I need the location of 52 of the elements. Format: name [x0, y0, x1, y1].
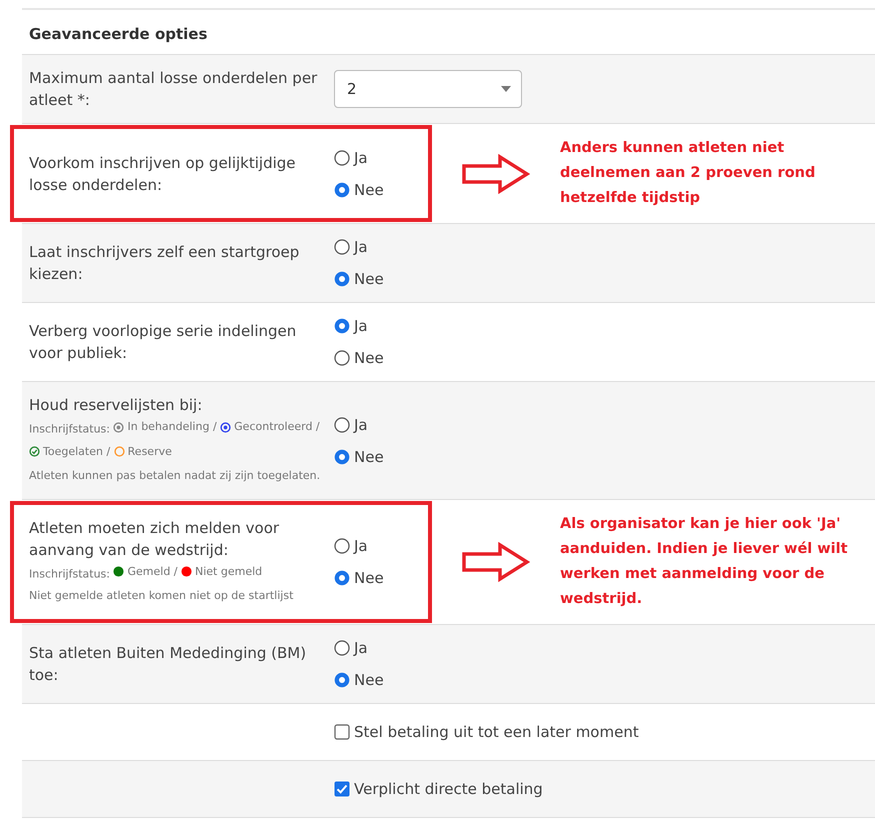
checkbox[interactable]	[334, 781, 350, 797]
option-label: Ja	[354, 148, 368, 168]
annotation-note: Als organisator kan je hier ook 'Ja' aanduiden. Indien je liever wél wilt werken met aanmelding voor de wedstrijd.	[560, 515, 849, 609]
option-label: Ja	[354, 414, 368, 436]
help-text: Atleten kunnen pas betalen nadat zij zijn toegelaten.	[29, 468, 322, 484]
radio-button[interactable]	[334, 271, 350, 287]
radio-button[interactable]	[334, 570, 350, 586]
annotation-note: Anders kunnen atleten niet deelnemen aan 2 proeven rond hetzelfde tijdstip	[560, 139, 816, 208]
select-field[interactable]: 2	[334, 70, 522, 108]
status-label: In behandeling /	[127, 419, 217, 435]
help-text: Niet gemelde atleten komen niet op de startlijst	[29, 588, 294, 604]
arrow-icon	[462, 542, 530, 582]
checkbox-label: Stel betaling uit tot een later moment	[354, 722, 639, 743]
option-label: Ja	[354, 316, 368, 337]
caret-icon	[501, 86, 511, 92]
radio-button[interactable]	[334, 182, 350, 198]
option-label: Nee	[354, 180, 384, 200]
option-label: Ja	[354, 536, 368, 557]
field-label: Maximum aantal losse onderdelen per atleet *:	[29, 68, 318, 111]
option-label: Ja	[354, 237, 368, 258]
field-label: Atleten moeten zich melden voor aanvang van de wedstrijd:	[29, 518, 280, 561]
option-label: Ja	[354, 638, 368, 659]
field-label: Verberg voorlopige serie indelingen voor publiek:	[29, 321, 298, 364]
field-label: Houd reservelijsten bij:	[29, 395, 204, 416]
status-label: Toegelaten /	[43, 444, 110, 460]
checkbox-label: Verplicht directe betaling	[354, 779, 543, 800]
radio-button[interactable]	[334, 150, 350, 166]
radio-button[interactable]	[334, 350, 350, 366]
radio-button[interactable]	[334, 318, 350, 334]
status-label: Niet gemeld	[195, 564, 262, 580]
option-label: Nee	[354, 348, 384, 369]
status-legend-title: Inschrijfstatus:	[29, 422, 110, 436]
radio-button[interactable]	[334, 448, 350, 464]
arrow-icon	[462, 154, 530, 194]
option-label: Nee	[354, 446, 384, 468]
field-label: Sta atleten Buiten Mededinging (BM) toe:	[29, 643, 308, 686]
radio-button[interactable]	[334, 538, 350, 554]
option-label: Nee	[354, 670, 384, 691]
field-label: Laat inschrijvers zelf een startgroep kiezen:	[29, 242, 300, 285]
status-legend-title: Inschrijfstatus:	[29, 567, 110, 580]
option-label: Nee	[354, 568, 384, 589]
checkbox[interactable]	[334, 724, 350, 740]
status-label: Gemeld /	[127, 564, 178, 580]
option-label: Nee	[354, 269, 384, 290]
field-label: Voorkom inschrijven op gelijktijdige losse onderdelen:	[29, 152, 297, 196]
status-label: Reserve	[128, 444, 172, 460]
section-title: Geavanceerde opties	[29, 25, 208, 43]
radio-button[interactable]	[334, 239, 350, 255]
radio-button[interactable]	[334, 416, 350, 432]
radio-button[interactable]	[334, 640, 350, 656]
radio-button[interactable]	[334, 672, 350, 688]
status-label: Gecontroleerd /	[234, 419, 320, 435]
